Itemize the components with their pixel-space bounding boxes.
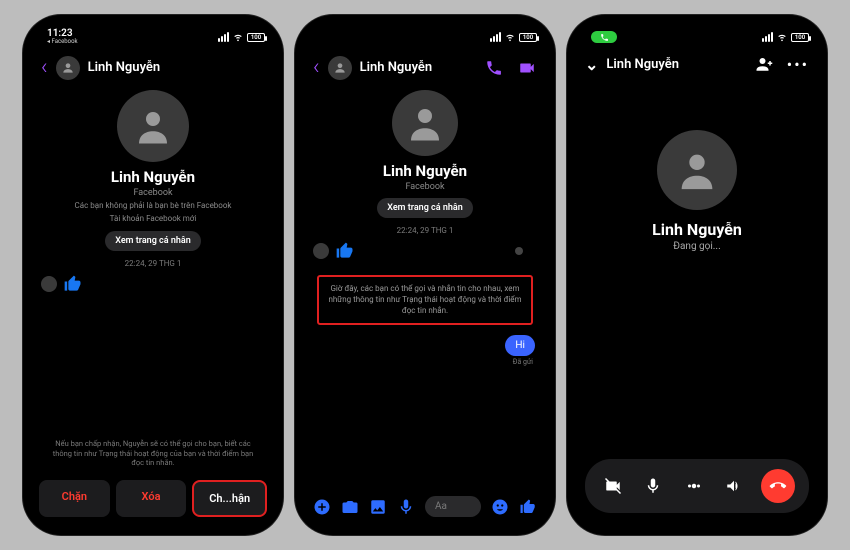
signal-icon [490,32,501,42]
profile-avatar[interactable] [392,90,458,156]
sender-avatar[interactable] [313,243,329,259]
notch [98,23,208,43]
screen: 100 ⌄ Linh Nguyễn ••• Linh Nguyễn Đang g… [575,23,819,527]
screen: 100 ‹ Linh Nguyễn Linh Nguyễn Facebook X… [303,23,547,527]
battery-icon: 100 [791,33,809,42]
more-options-icon[interactable]: ••• [787,55,809,74]
account-status-note: Tài khoản Facebook mới [51,214,255,224]
notch [642,23,752,43]
status-return-app[interactable]: ◂ Facebook [47,39,78,45]
view-profile-button[interactable]: Xem trang cá nhân [377,198,473,218]
call-header: ⌄ Linh Nguyễn ••• [575,51,819,80]
notch [370,23,480,43]
add-person-icon[interactable] [755,55,773,73]
profile-platform: Facebook [323,182,527,192]
video-toggle-button[interactable] [599,472,627,500]
call-controls [585,459,809,513]
wifi-icon [232,32,244,42]
friend-status-note: Các bạn không phải là bạn bè trên Facebo… [51,201,255,211]
profile-block: Linh Nguyễn Facebook Xem trang cá nhân 2… [303,86,547,235]
connection-notice-text: Giờ đây, các bạn có thể gọi và nhắn tin … [317,275,533,325]
battery-level: 100 [795,34,805,41]
profile-avatar[interactable] [117,90,189,162]
chat-header: ‹ Linh Nguyễn [303,51,547,86]
more-actions-icon[interactable] [313,498,331,516]
delivery-status: Đã gửi [303,358,547,366]
battery-icon: 100 [247,33,265,42]
request-actions: Chặn Xóa Ch...hận [31,474,275,527]
minimize-button[interactable]: ⌄ [585,55,598,74]
accept-warning-text: Nếu bạn chấp nhận, Nguyễn sẽ có thể gọi … [31,439,275,468]
camera-icon[interactable] [341,498,359,516]
wifi-icon [504,32,516,42]
call-body: Linh Nguyễn Đang gọi... [575,80,819,527]
end-call-button[interactable] [761,469,795,503]
header-avatar[interactable] [328,56,352,80]
call-avatar [657,130,737,210]
delete-button[interactable]: Xóa [116,480,187,517]
back-button[interactable]: ‹ [313,55,320,80]
emoji-icon[interactable] [491,498,509,516]
thumbs-up-icon[interactable] [519,498,537,516]
battery-level: 100 [251,34,261,41]
screen: 11:23 ◂ Facebook 100 ‹ Linh Nguyễn Linh … [31,23,275,527]
sent-message-row: Hi [303,333,547,358]
thumbs-up-sticker[interactable] [63,274,83,294]
view-profile-button[interactable]: Xem trang cá nhân [105,231,201,251]
battery-level: 100 [523,34,533,41]
accept-button[interactable]: Ch...hận [192,480,267,517]
battery-icon: 100 [519,33,537,42]
message-row [31,268,275,300]
system-notice: Giờ đây, các bạn có thể gọi và nhắn tin … [303,267,547,333]
header-name[interactable]: Linh Nguyễn [88,60,161,75]
wifi-icon [776,32,788,42]
conversation-timestamp: 22:24, 29 THG 1 [51,259,255,268]
profile-platform: Facebook [51,188,255,198]
message-composer: Aa [303,488,547,527]
message-bubble-out[interactable]: Hi [505,335,535,356]
call-status-text: Đang gọi... [673,241,720,252]
mute-button[interactable] [639,472,667,500]
read-indicator [515,247,523,255]
signal-icon [218,32,229,42]
effects-button[interactable] [680,472,708,500]
call-header-name: Linh Nguyễn [606,57,679,72]
message-row [303,235,547,267]
microphone-icon[interactable] [397,498,415,516]
back-button[interactable]: ‹ [41,55,48,80]
speaker-button[interactable] [720,472,748,500]
signal-icon [762,32,773,42]
gallery-icon[interactable] [369,498,387,516]
header-name[interactable]: Linh Nguyễn [360,60,433,75]
profile-block: Linh Nguyễn Facebook Các bạn không phải … [31,86,275,268]
active-call-pill[interactable] [591,31,617,43]
profile-name: Linh Nguyễn [323,162,527,180]
audio-call-icon[interactable] [485,59,503,77]
call-recipient-name: Linh Nguyễn [652,220,742,239]
phone-request: 11:23 ◂ Facebook 100 ‹ Linh Nguyễn Linh … [23,15,283,535]
header-avatar[interactable] [56,56,80,80]
sender-avatar[interactable] [41,276,57,292]
profile-name: Linh Nguyễn [51,168,255,186]
phone-call: 100 ⌄ Linh Nguyễn ••• Linh Nguyễn Đang g… [567,15,827,535]
thumbs-up-sticker[interactable] [335,241,355,261]
chat-header: ‹ Linh Nguyễn [31,51,275,86]
message-input[interactable]: Aa [425,496,481,517]
video-call-icon[interactable] [517,59,537,77]
conversation-timestamp: 22:24, 29 THG 1 [323,226,527,235]
phone-chat: 100 ‹ Linh Nguyễn Linh Nguyễn Facebook X… [295,15,555,535]
block-button[interactable]: Chặn [39,480,110,517]
